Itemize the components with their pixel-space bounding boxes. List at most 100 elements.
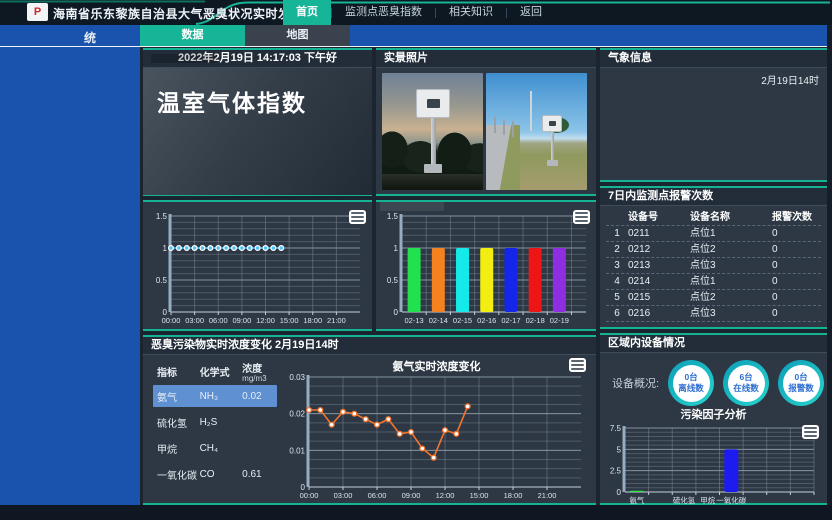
svg-text:一氧化碳: 一氧化碳	[716, 495, 746, 505]
monitoring-station	[542, 115, 562, 166]
pollutant-table-row[interactable]: 硫化氢H₂S	[153, 411, 277, 433]
alarm-table: 设备号 设备名称 报警次数 10211点位1020212点位2030213点位3…	[600, 206, 827, 322]
svg-text:02-16: 02-16	[477, 316, 496, 325]
svg-text:00:00: 00:00	[300, 491, 319, 500]
photos-panel-body	[376, 68, 596, 195]
pollutant-panel: 恶臭污染物实时浓度变化 2月19日14时 指标 化学式 浓度 mg/m3 氨气N…	[143, 335, 596, 505]
svg-text:12:00: 12:00	[436, 491, 455, 500]
greeting-panel-body: 温室气体指数	[143, 68, 372, 195]
svg-text:03:00: 03:00	[334, 491, 353, 500]
alarm-panel-header: 7日内监测点报警次数	[600, 188, 827, 206]
tab-map[interactable]: 地图	[245, 25, 350, 46]
svg-text:0.02: 0.02	[289, 410, 305, 419]
alarm-count-panel: 7日内监测点报警次数 设备号 设备名称 报警次数 10211点位1020212点…	[600, 186, 827, 329]
daily-index-chart-panel: 00.511.502-1302-1402-1502-1602-1702-1802…	[376, 200, 596, 331]
svg-text:12:00: 12:00	[256, 316, 275, 325]
svg-text:1.5: 1.5	[387, 212, 399, 221]
logo-glyph: P	[34, 7, 41, 18]
nav-item-home[interactable]: 首页	[283, 0, 331, 25]
top-bar: P 海南省乐东黎族自治县大气恶臭状况实时发布系 首页 监测点恶臭指数 相关知识 …	[0, 0, 832, 25]
ammonia-line-chart: 00.010.020.0300:0003:0006:0009:0012:0015…	[279, 371, 593, 503]
devices-panel: 区域内设备情况 设备概况: 0台 离线数 6台 在线数 0台 报警数	[600, 333, 827, 505]
svg-text:0.5: 0.5	[387, 276, 399, 285]
alarm-label: 报警数	[788, 383, 814, 394]
pollutant-table-header-row: 指标 化学式 浓度 mg/m3	[153, 361, 277, 381]
photos-panel: 实景照片	[376, 48, 596, 196]
dashboard-screen: P 海南省乐东黎族自治县大气恶臭状况实时发布系 首页 监测点恶臭指数 相关知识 …	[0, 0, 832, 520]
alarm-table-header-row: 设备号 设备名称 报警次数	[606, 210, 821, 226]
svg-text:0: 0	[617, 488, 622, 497]
weather-panel: 气象信息 2月19日14时	[600, 48, 827, 182]
greeting-panel: 2022年2月19日 14:17:03 下午好 温室气体指数	[143, 48, 372, 196]
device-overview-row: 设备概况: 0台 离线数 6台 在线数 0台 报警数	[600, 353, 827, 408]
main-nav: 首页 监测点恶臭指数 相关知识 返回	[283, 0, 555, 25]
pollutant-table-row[interactable]: 一氧化碳CO0.61	[153, 463, 277, 485]
ammonia-chart-area: 氨气实时浓度变化 00.010.020.0300:0003:0006:0009:…	[277, 355, 596, 504]
pollution-factor-bar-chart: 02.557.5氨气硫化氢甲烷一氧化碳	[603, 423, 822, 505]
svg-text:02-13: 02-13	[405, 316, 424, 325]
svg-text:06:00: 06:00	[209, 316, 228, 325]
svg-text:18:00: 18:00	[504, 491, 523, 500]
chart-menu-icon[interactable]	[349, 210, 366, 224]
pollutant-table-row[interactable]: 氨气NH₃0.02	[153, 385, 277, 407]
blurred-label	[151, 54, 217, 63]
pollutant-table-body: 氨气NH₃0.02 硫化氢H₂S 甲烷CH₄ 一氧化碳CO0.61	[153, 385, 277, 485]
col-formula: 化学式	[200, 364, 243, 379]
chart-menu-icon[interactable]	[569, 358, 586, 372]
svg-text:7.5: 7.5	[610, 424, 622, 433]
svg-text:09:00: 09:00	[232, 316, 251, 325]
col-alarm-count: 报警次数	[772, 210, 820, 225]
alarm-table-row: 50215点位20	[606, 290, 821, 306]
pollutant-table-row[interactable]: 甲烷CH₄	[153, 437, 277, 459]
weather-time: 2月19日14时	[600, 68, 827, 87]
svg-text:21:00: 21:00	[538, 491, 557, 500]
col-device-name: 设备名称	[690, 210, 772, 225]
svg-text:0.01: 0.01	[289, 446, 305, 455]
ground	[382, 174, 483, 190]
svg-text:5: 5	[617, 445, 622, 454]
svg-text:03:00: 03:00	[185, 316, 204, 325]
svg-text:1: 1	[394, 244, 399, 253]
online-label: 在线数	[733, 383, 759, 394]
blurred-label	[380, 202, 444, 211]
tab-bar	[0, 25, 827, 47]
svg-text:02-15: 02-15	[453, 316, 472, 325]
pollution-factor-title: 污染因子分析	[600, 408, 827, 423]
devices-panel-header: 区域内设备情况	[600, 335, 827, 353]
app-title-wrap: 统	[84, 29, 96, 46]
svg-text:02-14: 02-14	[429, 316, 448, 325]
fence-post	[503, 119, 505, 135]
svg-text:0.03: 0.03	[289, 373, 305, 382]
fence-post	[494, 117, 496, 133]
col-concentration: 浓度 mg/m3	[242, 360, 277, 383]
photos-panel-header: 实景照片	[376, 50, 596, 68]
left-sidebar	[0, 47, 140, 505]
online-count-circle: 6台 在线数	[723, 360, 769, 406]
svg-text:0: 0	[394, 308, 399, 317]
weather-panel-header: 气象信息	[600, 50, 827, 68]
pollutant-table: 指标 化学式 浓度 mg/m3 氨气NH₃0.02 硫化氢H₂S 甲烷CH₄ 一氧化碳…	[143, 355, 277, 504]
svg-text:硫化氢: 硫化氢	[673, 495, 696, 505]
svg-text:02-19: 02-19	[550, 316, 569, 325]
greenhouse-index-line-chart: 00.511.500:0003:0006:0009:0012:0015:0018…	[147, 208, 368, 326]
greenhouse-index-chart-panel: 00.511.500:0003:0006:0009:0012:0015:0018…	[143, 200, 372, 331]
nav-item-odor-index[interactable]: 监测点恶臭指数	[332, 0, 435, 25]
col-device-no: 设备号	[628, 210, 690, 225]
alarm-table-row: 10211点位10	[606, 226, 821, 242]
pollutant-panel-header: 恶臭污染物实时浓度变化 2月19日14时	[143, 337, 596, 355]
nav-item-back[interactable]: 返回	[507, 0, 555, 25]
greeting-panel-header: 2022年2月19日 14:17:03 下午好	[143, 50, 372, 68]
svg-text:2.5: 2.5	[610, 467, 622, 476]
svg-text:02-18: 02-18	[526, 316, 545, 325]
alarm-table-row: 40214点位10	[606, 274, 821, 290]
chart-menu-icon[interactable]	[573, 210, 590, 224]
tab-data[interactable]: 数据	[140, 25, 245, 46]
nav-item-knowledge[interactable]: 相关知识	[436, 0, 506, 25]
alarm-count: 0台	[794, 372, 807, 383]
chart-menu-icon[interactable]	[802, 425, 819, 439]
svg-text:00:00: 00:00	[162, 316, 181, 325]
svg-text:06:00: 06:00	[368, 491, 387, 500]
app-title: 海南省乐东黎族自治县大气恶臭状况实时发布系	[53, 5, 316, 22]
greenhouse-index-headline: 温室气体指数	[143, 68, 372, 118]
device-overview-label: 设备概况:	[612, 375, 659, 391]
